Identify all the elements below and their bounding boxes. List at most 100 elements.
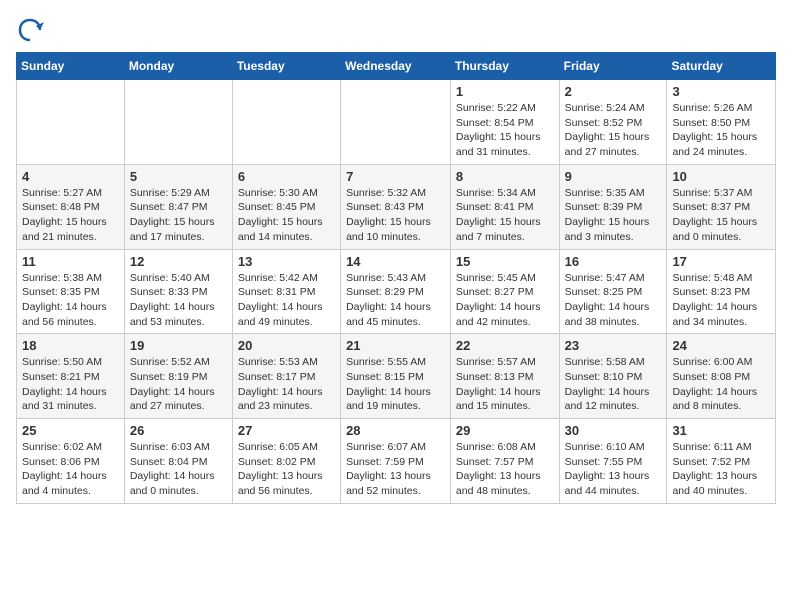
calendar-cell: 8 Sunrise: 5:34 AM Sunset: 8:41 PM Daylig… [450,164,559,249]
day-content: Sunrise: 6:02 AM Sunset: 8:06 PM Dayligh… [22,440,119,499]
day-number: 23 [565,338,662,353]
day-number: 5 [130,169,227,184]
page-header [16,16,776,44]
day-number: 9 [565,169,662,184]
day-content: Sunrise: 5:34 AM Sunset: 8:41 PM Dayligh… [456,186,554,245]
calendar-cell: 5 Sunrise: 5:29 AM Sunset: 8:47 PM Daylig… [124,164,232,249]
calendar-cell [341,80,451,165]
day-content: Sunrise: 5:38 AM Sunset: 8:35 PM Dayligh… [22,271,119,330]
day-number: 2 [565,84,662,99]
calendar-cell: 11 Sunrise: 5:38 AM Sunset: 8:35 PM Dayli… [17,249,125,334]
day-content: Sunrise: 5:22 AM Sunset: 8:54 PM Dayligh… [456,101,554,160]
day-number: 7 [346,169,445,184]
calendar-cell [17,80,125,165]
day-header-friday: Friday [559,53,667,80]
day-number: 10 [672,169,770,184]
day-content: Sunrise: 5:32 AM Sunset: 8:43 PM Dayligh… [346,186,445,245]
day-number: 21 [346,338,445,353]
calendar-week-row: 4 Sunrise: 5:27 AM Sunset: 8:48 PM Daylig… [17,164,776,249]
calendar-cell: 22Sunrise: 5:57 AM Sunset: 8:13 PM Dayli… [450,334,559,419]
calendar-cell: 16Sunrise: 5:47 AM Sunset: 8:25 PM Dayli… [559,249,667,334]
calendar-cell: 18 Sunrise: 5:50 AM Sunset: 8:21 PM Dayli… [17,334,125,419]
calendar-cell: 31 Sunrise: 6:11 AM Sunset: 7:52 PM Dayli… [667,419,776,504]
calendar-table: SundayMondayTuesdayWednesdayThursdayFrid… [16,52,776,504]
day-content: Sunrise: 5:40 AM Sunset: 8:33 PM Dayligh… [130,271,227,330]
calendar-cell: 10 Sunrise: 5:37 AM Sunset: 8:37 PM Dayli… [667,164,776,249]
calendar-week-row: 11 Sunrise: 5:38 AM Sunset: 8:35 PM Dayli… [17,249,776,334]
calendar-cell: 23 Sunrise: 5:58 AM Sunset: 8:10 PM Dayli… [559,334,667,419]
day-content: Sunrise: 5:53 AM Sunset: 8:17 PM Dayligh… [238,355,335,414]
calendar-cell: 17 Sunrise: 5:48 AM Sunset: 8:23 PM Dayli… [667,249,776,334]
day-number: 12 [130,254,227,269]
day-number: 20 [238,338,335,353]
day-number: 4 [22,169,119,184]
day-content: Sunrise: 5:50 AM Sunset: 8:21 PM Dayligh… [22,355,119,414]
day-number: 30 [565,423,662,438]
calendar-cell: 4 Sunrise: 5:27 AM Sunset: 8:48 PM Daylig… [17,164,125,249]
day-number: 28 [346,423,445,438]
calendar-week-row: 18 Sunrise: 5:50 AM Sunset: 8:21 PM Dayli… [17,334,776,419]
day-number: 26 [130,423,227,438]
calendar-cell: 26 Sunrise: 6:03 AM Sunset: 8:04 PM Dayli… [124,419,232,504]
calendar-cell: 21 Sunrise: 5:55 AM Sunset: 8:15 PM Dayli… [341,334,451,419]
calendar-cell: 6 Sunrise: 5:30 AM Sunset: 8:45 PM Daylig… [232,164,340,249]
day-number: 18 [22,338,119,353]
day-content: Sunrise: 5:48 AM Sunset: 8:23 PM Dayligh… [672,271,770,330]
calendar-cell [124,80,232,165]
calendar-cell: 25 Sunrise: 6:02 AM Sunset: 8:06 PM Dayli… [17,419,125,504]
logo-icon [16,16,44,44]
day-content: Sunrise: 5:45 AM Sunset: 8:27 PM Dayligh… [456,271,554,330]
day-header-thursday: Thursday [450,53,559,80]
calendar-week-row: 25 Sunrise: 6:02 AM Sunset: 8:06 PM Dayli… [17,419,776,504]
logo [16,16,48,44]
day-number: 6 [238,169,335,184]
calendar-cell: 27Sunrise: 6:05 AM Sunset: 8:02 PM Dayli… [232,419,340,504]
day-number: 22 [456,338,554,353]
day-number: 19 [130,338,227,353]
day-number: 8 [456,169,554,184]
day-content: Sunrise: 5:42 AM Sunset: 8:31 PM Dayligh… [238,271,335,330]
day-content: Sunrise: 5:55 AM Sunset: 8:15 PM Dayligh… [346,355,445,414]
calendar-cell [232,80,340,165]
calendar-cell: 15 Sunrise: 5:45 AM Sunset: 8:27 PM Dayli… [450,249,559,334]
day-content: Sunrise: 6:08 AM Sunset: 7:57 PM Dayligh… [456,440,554,499]
day-content: Sunrise: 5:37 AM Sunset: 8:37 PM Dayligh… [672,186,770,245]
calendar-cell: 30 Sunrise: 6:10 AM Sunset: 7:55 PM Dayli… [559,419,667,504]
day-header-wednesday: Wednesday [341,53,451,80]
calendar-cell: 1Sunrise: 5:22 AM Sunset: 8:54 PM Daylig… [450,80,559,165]
calendar-cell: 24Sunrise: 6:00 AM Sunset: 8:08 PM Dayli… [667,334,776,419]
day-content: Sunrise: 5:35 AM Sunset: 8:39 PM Dayligh… [565,186,662,245]
calendar-cell: 9 Sunrise: 5:35 AM Sunset: 8:39 PM Daylig… [559,164,667,249]
day-content: Sunrise: 6:11 AM Sunset: 7:52 PM Dayligh… [672,440,770,499]
calendar-cell: 12 Sunrise: 5:40 AM Sunset: 8:33 PM Dayli… [124,249,232,334]
day-content: Sunrise: 6:10 AM Sunset: 7:55 PM Dayligh… [565,440,662,499]
calendar-cell: 3 Sunrise: 5:26 AM Sunset: 8:50 PM Daylig… [667,80,776,165]
day-number: 3 [672,84,770,99]
calendar-cell: 29 Sunrise: 6:08 AM Sunset: 7:57 PM Dayli… [450,419,559,504]
day-number: 31 [672,423,770,438]
day-content: Sunrise: 5:24 AM Sunset: 8:52 PM Dayligh… [565,101,662,160]
day-number: 24 [672,338,770,353]
day-number: 17 [672,254,770,269]
day-content: Sunrise: 5:29 AM Sunset: 8:47 PM Dayligh… [130,186,227,245]
day-header-sunday: Sunday [17,53,125,80]
day-content: Sunrise: 5:58 AM Sunset: 8:10 PM Dayligh… [565,355,662,414]
day-number: 11 [22,254,119,269]
day-number: 25 [22,423,119,438]
calendar-cell: 28 Sunrise: 6:07 AM Sunset: 7:59 PM Dayli… [341,419,451,504]
day-content: Sunrise: 5:26 AM Sunset: 8:50 PM Dayligh… [672,101,770,160]
day-content: Sunrise: 6:07 AM Sunset: 7:59 PM Dayligh… [346,440,445,499]
day-number: 15 [456,254,554,269]
day-content: Sunrise: 6:05 AM Sunset: 8:02 PM Dayligh… [238,440,335,499]
calendar-cell: 20 Sunrise: 5:53 AM Sunset: 8:17 PM Dayli… [232,334,340,419]
day-number: 14 [346,254,445,269]
calendar-week-row: 1Sunrise: 5:22 AM Sunset: 8:54 PM Daylig… [17,80,776,165]
day-header-saturday: Saturday [667,53,776,80]
day-content: Sunrise: 6:03 AM Sunset: 8:04 PM Dayligh… [130,440,227,499]
day-number: 13 [238,254,335,269]
day-content: Sunrise: 5:30 AM Sunset: 8:45 PM Dayligh… [238,186,335,245]
calendar-cell: 19Sunrise: 5:52 AM Sunset: 8:19 PM Dayli… [124,334,232,419]
day-number: 29 [456,423,554,438]
day-content: Sunrise: 5:27 AM Sunset: 8:48 PM Dayligh… [22,186,119,245]
calendar-cell: 14Sunrise: 5:43 AM Sunset: 8:29 PM Dayli… [341,249,451,334]
